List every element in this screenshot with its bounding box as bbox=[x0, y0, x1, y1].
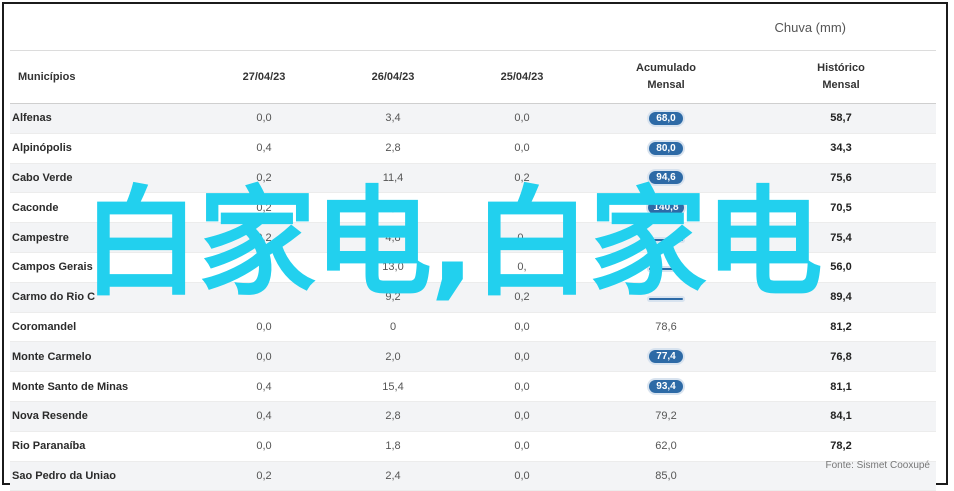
cell-date-3: 0,0 bbox=[458, 431, 586, 462]
cell-acumulado: 85,0 bbox=[586, 461, 746, 491]
col-historico: Histórico Mensal bbox=[746, 50, 936, 104]
cell-date-2: 1,8 bbox=[328, 431, 458, 462]
cell-date-3: 0,0 bbox=[458, 401, 586, 432]
cell-historico: 76,8 bbox=[746, 341, 936, 373]
cell-date-2: 2,8 bbox=[328, 401, 458, 432]
table-row: Nova Resende 0,4 2,8 0,0 79,2 84,1 bbox=[10, 401, 936, 432]
cell-date-3: 0,0 bbox=[458, 133, 586, 164]
cell-acumulado: 77,4 bbox=[586, 341, 746, 373]
cell-municipio: Rio Paranaíba bbox=[10, 431, 200, 462]
cell-acumulado: 78,6 bbox=[586, 312, 746, 343]
source-note: Fonte: Sismet Cooxupé bbox=[825, 460, 931, 471]
cell-municipio: Monte Santo de Minas bbox=[10, 371, 200, 402]
table-row: Coromandel 0,0 0 0,0 78,6 81,2 bbox=[10, 312, 936, 343]
col-date-1: 27/04/23 bbox=[200, 50, 328, 104]
col-acumulado-label: Acumulado Mensal bbox=[636, 62, 696, 91]
cell-date-3: 0,0 bbox=[458, 312, 586, 343]
cell-date-1: 0,0 bbox=[200, 431, 328, 462]
table-row: Monte Carmelo 0,0 2,0 0,0 77,4 76,8 bbox=[10, 341, 936, 373]
header-row: Municípios 27/04/23 26/04/23 25/04/23 Ac… bbox=[10, 50, 936, 104]
cell-municipio: Alfenas bbox=[10, 103, 200, 134]
cell-municipio: Monte Carmelo bbox=[10, 341, 200, 373]
cell-municipio: Coromandel bbox=[10, 312, 200, 343]
cell-date-1: 0,2 bbox=[200, 461, 328, 491]
cell-historico: 78,2 bbox=[746, 431, 936, 462]
cell-acumulado: 62,0 bbox=[586, 431, 746, 462]
acumulado-badge: 77,4 bbox=[649, 350, 683, 364]
table-row: Alpinópolis 0,4 2,8 0,0 80,0 34,3 bbox=[10, 133, 936, 164]
acumulado-badge: 80,0 bbox=[649, 141, 683, 155]
cell-date-3: 0,0 bbox=[458, 341, 586, 373]
col-acumulado: Acumulado Mensal bbox=[586, 50, 746, 104]
cell-date-3: 0,0 bbox=[458, 371, 586, 402]
watermark-overlay: 白家电,白家电 bbox=[82, 174, 823, 312]
cell-date-2: 2,4 bbox=[328, 461, 458, 491]
table-row: Rio Paranaíba 0,0 1,8 0,0 62,0 78,2 bbox=[10, 431, 936, 462]
chuva-label: Chuva (mm) bbox=[774, 20, 846, 35]
col-date-3: 25/04/23 bbox=[458, 50, 586, 104]
col-date-2: 26/04/23 bbox=[328, 50, 458, 104]
cell-historico: 81,1 bbox=[746, 371, 936, 402]
table-row: Monte Santo de Minas 0,4 15,4 0,0 93,4 81,1 bbox=[10, 371, 936, 402]
cell-date-2: 2,8 bbox=[328, 133, 458, 164]
acumulado-badge: 93,4 bbox=[649, 380, 683, 394]
cell-historico: 81,2 bbox=[746, 312, 936, 343]
cell-date-2: 15,4 bbox=[328, 371, 458, 402]
cell-date-2: 3,4 bbox=[328, 103, 458, 134]
cell-acumulado: 68,0 bbox=[586, 103, 746, 134]
cell-date-1: 0,4 bbox=[200, 133, 328, 164]
cell-date-1: 0,4 bbox=[200, 401, 328, 432]
col-historico-label: Histórico Mensal bbox=[817, 62, 865, 91]
cell-acumulado: 80,0 bbox=[586, 133, 746, 164]
cell-date-2: 2,0 bbox=[328, 341, 458, 373]
cell-historico: 84,1 bbox=[746, 401, 936, 432]
cell-municipio: Sao Pedro da Uniao bbox=[10, 461, 200, 491]
cell-date-3: 0,0 bbox=[458, 103, 586, 134]
cell-date-1: 0,0 bbox=[200, 341, 328, 373]
cell-historico: 34,3 bbox=[746, 133, 936, 164]
acumulado-badge: 68,0 bbox=[649, 111, 683, 125]
cell-date-2: 0 bbox=[328, 312, 458, 343]
cell-acumulado: 79,2 bbox=[586, 401, 746, 432]
table-row: Alfenas 0,0 3,4 0,0 68,0 58,7 bbox=[10, 103, 936, 134]
col-municipios: Municípios bbox=[10, 50, 200, 104]
cell-historico: 58,7 bbox=[746, 103, 936, 134]
cell-municipio: Nova Resende bbox=[10, 401, 200, 432]
table-row: Sao Pedro da Uniao 0,2 2,4 0,0 85,0 bbox=[10, 461, 936, 491]
cell-date-3: 0,0 bbox=[458, 461, 586, 491]
cell-date-1: 0,0 bbox=[200, 312, 328, 343]
cell-date-1: 0,0 bbox=[200, 103, 328, 134]
cell-date-1: 0,4 bbox=[200, 371, 328, 402]
cell-municipio: Alpinópolis bbox=[10, 133, 200, 164]
cell-acumulado: 93,4 bbox=[586, 371, 746, 402]
